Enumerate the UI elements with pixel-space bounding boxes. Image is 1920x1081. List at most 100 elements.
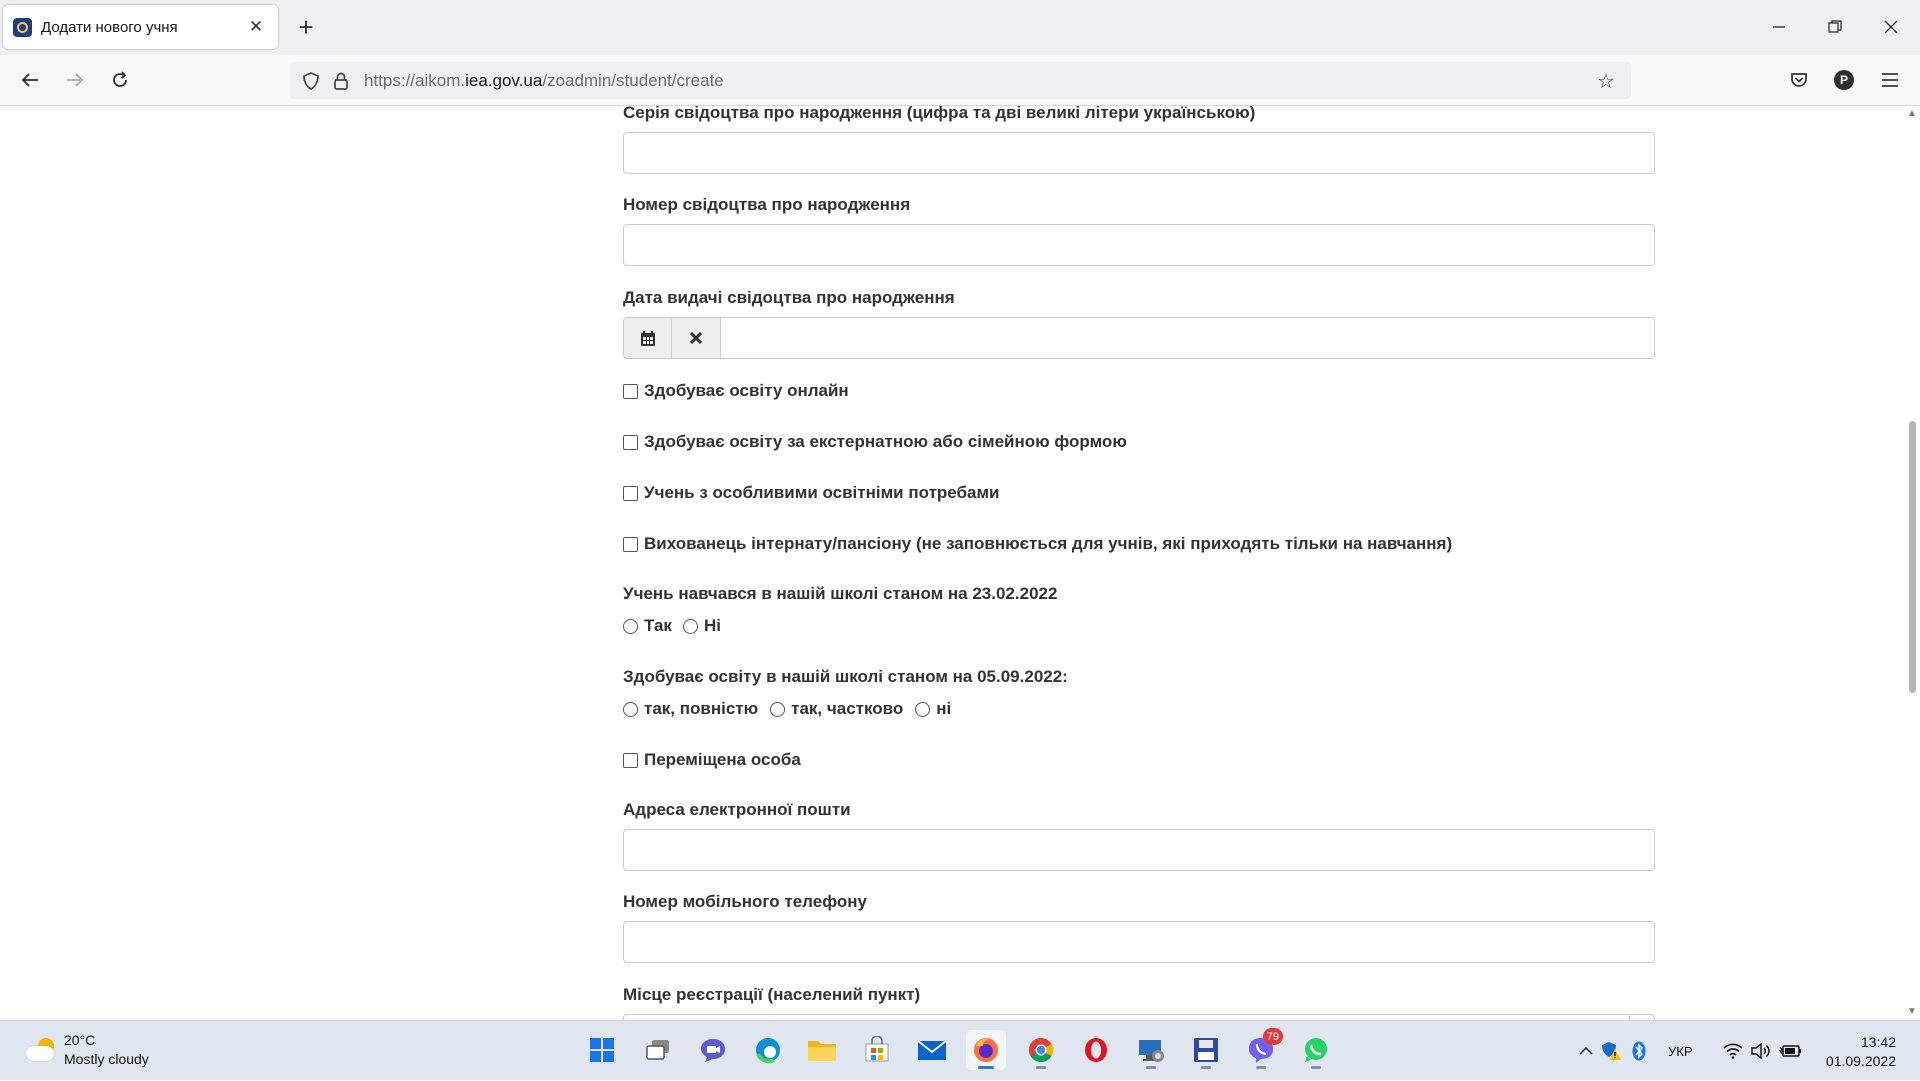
email-input[interactable]	[623, 829, 1655, 871]
system-tray: УКР	[1576, 1021, 1804, 1081]
displaced-person-label: Переміщена особа	[644, 750, 801, 769]
mail-icon[interactable]	[912, 1030, 952, 1070]
calendar-icon[interactable]	[623, 317, 672, 359]
input-language-indicator[interactable]: УКР	[1668, 1044, 1698, 1059]
tab-bar: Додати нового учня ✕ +	[0, 0, 1920, 55]
birth-cert-date-input[interactable]	[721, 317, 1655, 359]
new-tab-button[interactable]: +	[292, 12, 320, 42]
lock-icon[interactable]	[326, 66, 356, 96]
close-window-button[interactable]	[1866, 8, 1916, 46]
radio-button[interactable]	[770, 701, 786, 717]
phone-input[interactable]	[623, 921, 1655, 963]
url-text: https://aikom.iea.gov.ua/zoadmin/student…	[364, 70, 724, 90]
clock-time: 13:42	[1860, 1034, 1896, 1050]
task-view-icon[interactable]	[638, 1030, 678, 1070]
hamburger-menu-icon[interactable]	[1875, 65, 1905, 95]
scrollbar-thumb[interactable]	[1909, 421, 1916, 693]
taskbar-clock[interactable]: 13:42 01.09.2022	[1826, 1033, 1896, 1071]
page-viewport: Серія свідоцтва про народження (цифра та…	[0, 106, 1920, 1020]
remote-desktop-icon[interactable]	[1131, 1030, 1171, 1070]
clear-date-icon[interactable]	[672, 317, 721, 359]
boarding-checkbox-row[interactable]: Вихованець інтернату/пансіону (не заповн…	[623, 534, 1452, 554]
external-education-checkbox-row[interactable]: Здобуває освіту за екстернатною або сіме…	[623, 432, 1127, 452]
chrome-icon[interactable]	[1021, 1030, 1061, 1070]
volume-icon[interactable]	[1746, 1043, 1776, 1059]
tab-close-icon[interactable]: ✕	[244, 15, 268, 39]
special-needs-label: Учень з особливими освітніми потребами	[644, 483, 1000, 502]
bookmark-star-icon[interactable]: ☆	[1591, 66, 1621, 96]
special-needs-checkbox-row[interactable]: Учень з особливими освітніми потребами	[623, 483, 1000, 503]
partly-cloudy-icon	[24, 1037, 58, 1063]
weather-description: Mostly cloudy	[64, 1051, 149, 1067]
radio-button[interactable]	[915, 701, 931, 717]
teams-chat-icon[interactable]	[693, 1030, 733, 1070]
birth-cert-series-input[interactable]	[623, 132, 1655, 174]
birth-cert-date-label: Дата видачі свідоцтва про народження	[623, 288, 955, 307]
battery-charging-icon[interactable]	[1776, 1043, 1804, 1059]
external-education-checkbox[interactable]	[623, 434, 638, 450]
save-disk-app-icon[interactable]	[1186, 1030, 1226, 1070]
studying-question-label: Здобуває освіту в нашій школі станом на …	[623, 667, 1068, 686]
studying-option-fully[interactable]: так, повністю	[623, 699, 758, 719]
boarding-checkbox[interactable]	[623, 536, 638, 552]
studied-option-yes[interactable]: Так	[623, 616, 672, 636]
security-warning-shield-icon[interactable]	[1596, 1041, 1626, 1061]
radio-button[interactable]	[623, 618, 638, 634]
birth-cert-number-label: Номер свідоцтва про народження	[623, 195, 911, 214]
forward-arrow-icon[interactable]	[59, 64, 91, 96]
vertical-scrollbar[interactable]: ▲ ▼	[1904, 106, 1920, 1020]
studied-radio-group: Так Ні	[623, 616, 732, 636]
firefox-taskbar-icon[interactable]	[966, 1030, 1006, 1070]
viber-icon[interactable]: 79	[1241, 1028, 1283, 1070]
studied-option-no[interactable]: Ні	[682, 616, 721, 636]
minimize-window-button[interactable]	[1754, 8, 1804, 46]
birth-cert-number-input[interactable]	[623, 224, 1655, 266]
online-education-label: Здобуває освіту онлайн	[644, 381, 849, 400]
radio-button[interactable]	[623, 701, 638, 717]
studied-question-label: Учень навчався в нашій школі станом на 2…	[623, 584, 1058, 603]
tab-title: Додати нового учня	[41, 18, 178, 36]
studying-option-no[interactable]: ні	[915, 699, 951, 719]
online-education-checkbox-row[interactable]: Здобуває освіту онлайн	[623, 381, 849, 401]
chevron-up-icon[interactable]	[1576, 1046, 1596, 1056]
viber-unread-badge: 79	[1262, 1028, 1283, 1045]
birth-cert-series-label: Серія свідоцтва про народження (цифра та…	[623, 106, 1256, 122]
opera-icon[interactable]	[1076, 1030, 1116, 1070]
account-avatar[interactable]: P	[1829, 65, 1859, 95]
restore-window-button[interactable]	[1810, 8, 1860, 46]
special-needs-checkbox[interactable]	[623, 485, 638, 501]
external-education-label: Здобуває освіту за екстернатною або сіме…	[644, 432, 1127, 451]
scroll-down-arrow-icon[interactable]: ▼	[1907, 1006, 1917, 1017]
url-bar[interactable]: https://aikom.iea.gov.ua/zoadmin/student…	[290, 62, 1631, 99]
start-windows-icon[interactable]	[582, 1030, 622, 1070]
tracking-protection-shield-icon[interactable]	[296, 66, 326, 96]
back-arrow-icon[interactable]	[14, 64, 46, 96]
registration-place-label: Місце реєстрації (населений пункт)	[623, 985, 921, 1004]
navigation-toolbar: https://aikom.iea.gov.ua/zoadmin/student…	[0, 55, 1920, 106]
studying-radio-group: так, повністю так, частково ні	[623, 699, 962, 719]
email-label: Адреса електронної пошти	[623, 800, 851, 819]
displaced-person-checkbox-row[interactable]: Переміщена особа	[623, 750, 801, 770]
browser-tab-active[interactable]: Додати нового учня ✕	[3, 5, 278, 49]
clock-date: 01.09.2022	[1825, 1053, 1896, 1069]
weather-temperature: 20°C	[64, 1032, 96, 1048]
boarding-label: Вихованець інтернату/пансіону (не заповн…	[644, 534, 1453, 553]
windows-taskbar: 20°C Mostly cloudy 79 УКР 13:42 01.09.20…	[0, 1020, 1920, 1080]
whatsapp-icon[interactable]	[1296, 1030, 1336, 1070]
online-education-checkbox[interactable]	[623, 383, 638, 399]
radio-button[interactable]	[682, 618, 698, 634]
scroll-up-arrow-icon[interactable]: ▲	[1907, 108, 1917, 119]
edge-browser-icon[interactable]	[748, 1030, 788, 1070]
birth-cert-date-group	[623, 317, 1655, 359]
phone-label: Номер мобільного телефону	[623, 892, 867, 911]
microsoft-store-icon[interactable]	[857, 1030, 897, 1070]
wifi-icon[interactable]	[1720, 1043, 1746, 1059]
displaced-person-checkbox[interactable]	[623, 752, 638, 768]
studying-option-partially[interactable]: так, частково	[770, 699, 903, 719]
weather-widget[interactable]: 20°C Mostly cloudy	[24, 1031, 149, 1069]
file-explorer-icon[interactable]	[802, 1030, 842, 1070]
pocket-icon[interactable]	[1784, 65, 1814, 95]
bluetooth-icon[interactable]	[1626, 1041, 1652, 1061]
reload-icon[interactable]	[104, 64, 136, 96]
site-favicon-icon	[13, 17, 32, 37]
